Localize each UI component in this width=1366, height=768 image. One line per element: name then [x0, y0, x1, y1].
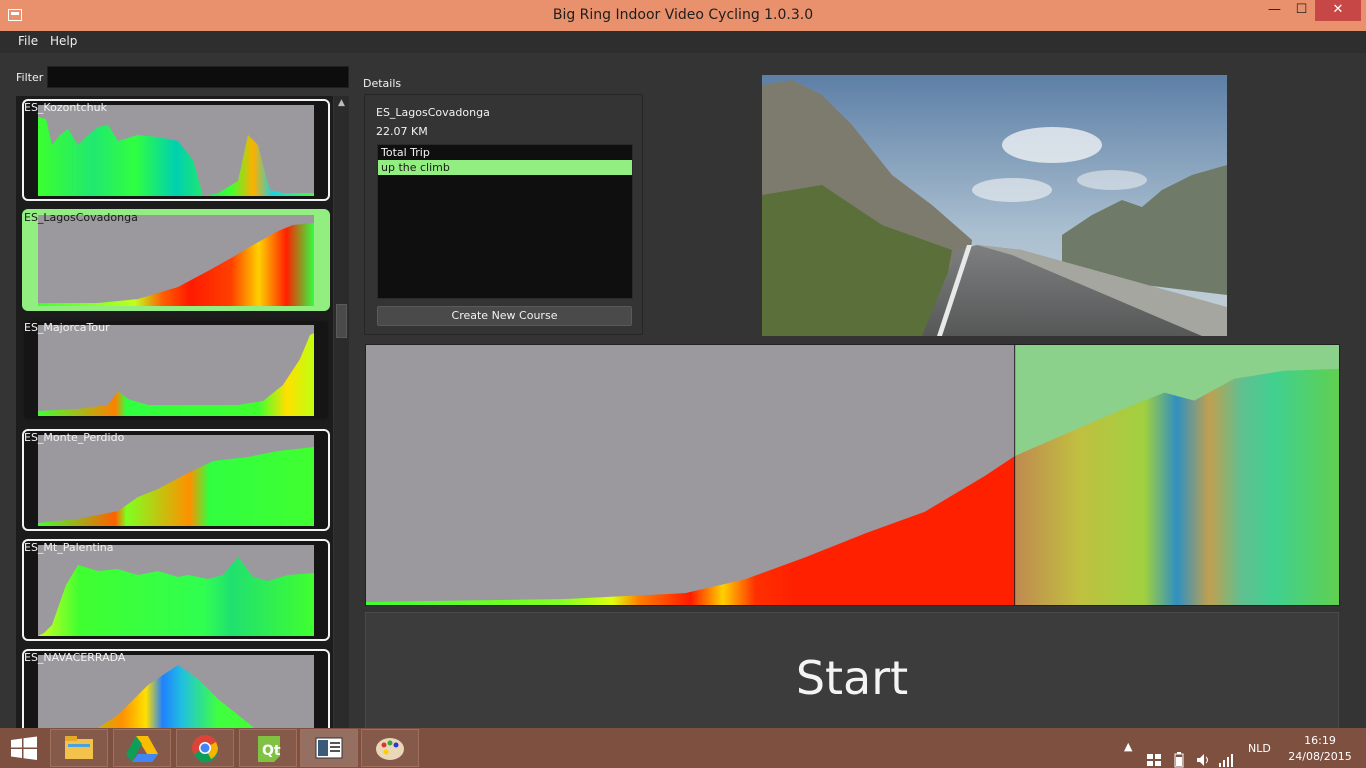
filter-input[interactable] [47, 66, 349, 88]
course-item-navacerrada[interactable]: ES_NAVACERRADA [22, 649, 330, 728]
course-name: ES_Kozontchuk [24, 101, 107, 114]
app-root: Big Ring Indoor Video Cycling 1.0.3.0 — … [0, 0, 1366, 768]
course-name: ES_NAVACERRADA [24, 651, 126, 664]
selected-course-distance: 22.07 KM [376, 125, 428, 138]
course-name: ES_MajorcaTour [24, 321, 110, 334]
taskbar-google-drive[interactable] [113, 729, 171, 767]
taskbar-chrome[interactable] [176, 729, 234, 767]
course-list-scrollbar[interactable]: ▲ [334, 96, 349, 728]
action-center-icon[interactable] [1146, 740, 1162, 768]
course-profile-navacerrada [38, 655, 314, 728]
title-bar[interactable]: Big Ring Indoor Video Cycling 1.0.3.0 — … [0, 0, 1366, 31]
taskbar: Qt ▲ NLD 16:19 24/08/2015 [0, 728, 1366, 768]
big-ring-app-icon [315, 737, 343, 759]
course-name: ES_LagosCovadonga [24, 211, 138, 224]
course-item-mt-palentina[interactable]: ES_Mt_Palentina [22, 539, 330, 641]
input-language[interactable]: NLD [1248, 742, 1271, 755]
qt-creator-icon: Qt [258, 736, 281, 762]
course-profile-mt-palentina [38, 545, 314, 636]
taskbar-big-ring[interactable] [300, 729, 358, 767]
main-area: Filter ES_Kozontchuk ES_LagosCovadonga E… [0, 53, 1366, 728]
video-preview [762, 75, 1227, 336]
course-name: ES_Monte_Perdido [24, 431, 125, 444]
clock-time[interactable]: 16:19 [1290, 734, 1350, 747]
volume-icon[interactable] [1195, 740, 1211, 768]
course-name: ES_Mt_Palentina [24, 541, 114, 554]
menu-file[interactable]: File [18, 34, 38, 48]
clock-date[interactable]: 24/08/2015 [1285, 750, 1355, 763]
battery-icon[interactable] [1172, 740, 1186, 768]
maximize-button[interactable]: ☐ [1288, 0, 1315, 21]
course-profile-lagoscovadonga [38, 215, 314, 306]
chrome-icon [192, 735, 219, 763]
details-panel: ES_LagosCovadonga 22.07 KM Total Trip up… [364, 94, 643, 335]
range-list[interactable]: Total Trip up the climb [377, 144, 633, 299]
course-item-monte-perdido[interactable]: ES_Monte_Perdido [22, 429, 330, 531]
filter-label: Filter [16, 71, 44, 84]
scroll-thumb[interactable] [336, 304, 347, 338]
start-button-label: Start [795, 651, 909, 705]
taskbar-qt-creator[interactable]: Qt [239, 729, 297, 767]
selected-course-name: ES_LagosCovadonga [376, 106, 490, 119]
details-label: Details [363, 77, 402, 90]
minimize-button[interactable]: — [1261, 0, 1288, 21]
course-profile-majorcatour [38, 325, 314, 416]
range-item-up-the-climb[interactable]: up the climb [378, 160, 632, 175]
course-list[interactable]: ES_Kozontchuk ES_LagosCovadonga ES_Major… [16, 96, 333, 728]
menu-help[interactable]: Help [50, 34, 77, 48]
paint-icon [376, 738, 404, 760]
svg-text:Qt: Qt [262, 743, 281, 759]
network-signal-icon[interactable] [1218, 740, 1236, 768]
elevation-profile[interactable] [365, 344, 1340, 606]
window-title: Big Ring Indoor Video Cycling 1.0.3.0 [552, 7, 814, 23]
course-item-majorcatour[interactable]: ES_MajorcaTour [22, 319, 330, 421]
scroll-up-arrow-icon[interactable]: ▲ [334, 96, 349, 110]
create-new-course-button[interactable]: Create New Course [377, 306, 632, 326]
start-button[interactable]: Start [365, 612, 1339, 728]
close-button[interactable]: ✕ [1315, 0, 1361, 21]
google-drive-icon [126, 736, 158, 762]
course-profile-kozontchuk [38, 105, 314, 196]
file-explorer-icon [65, 736, 93, 759]
range-item-total-trip[interactable]: Total Trip [378, 145, 632, 160]
show-hidden-icons-icon[interactable]: ▲ [1124, 740, 1132, 768]
course-item-lagoscovadonga[interactable]: ES_LagosCovadonga [22, 209, 330, 311]
course-profile-monte-perdido [38, 435, 314, 526]
taskbar-file-explorer[interactable] [50, 729, 108, 767]
menu-bar: File Help [0, 31, 1366, 53]
course-item-kozontchuk[interactable]: ES_Kozontchuk [22, 99, 330, 201]
taskbar-paint[interactable] [361, 729, 419, 767]
windows-start-icon[interactable] [0, 728, 48, 768]
